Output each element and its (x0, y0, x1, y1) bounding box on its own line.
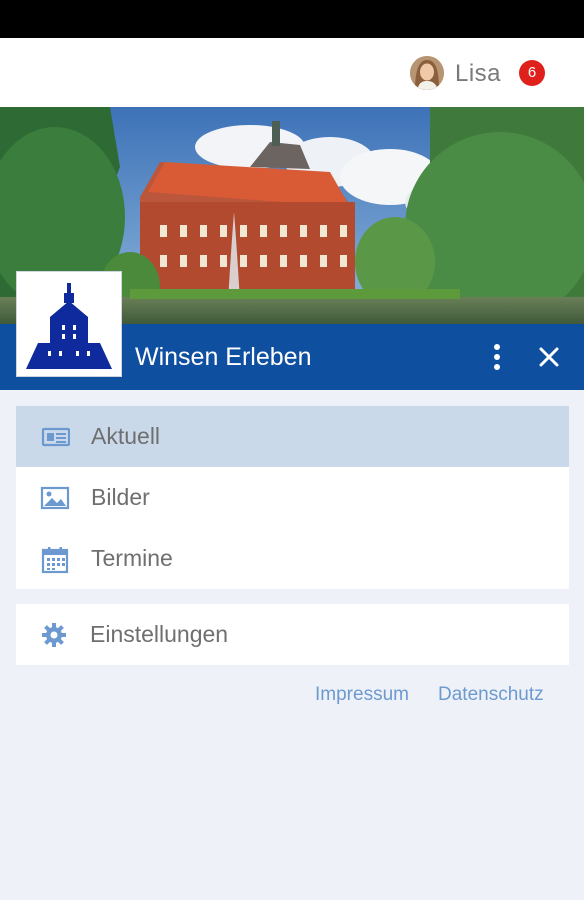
user-name[interactable]: Lisa (455, 60, 501, 88)
menu-item-label: Einstellungen (90, 621, 229, 647)
menu-item-einstellungen[interactable]: Einstellungen (16, 604, 569, 665)
menu-item-label: Termine (91, 545, 173, 571)
menu-item-termine[interactable]: Termine (16, 528, 569, 589)
menu-item-bilder[interactable]: Bilder (16, 467, 569, 528)
status-bar (0, 0, 584, 38)
app-logo (17, 272, 121, 376)
menu-item-aktuell[interactable]: Aktuell (16, 406, 569, 467)
user-bar: Lisa 6 (0, 38, 584, 107)
app-title: Winsen Erleben (135, 343, 312, 371)
user-avatar[interactable] (410, 56, 444, 90)
datenschutz-link[interactable]: Datenschutz (438, 684, 544, 706)
notification-badge[interactable]: 6 (519, 60, 545, 86)
impressum-link[interactable]: Impressum (315, 684, 409, 706)
main-menu: Aktuell Bilder Termine (16, 406, 569, 589)
more-options-icon[interactable] (483, 341, 511, 373)
image-icon (40, 485, 70, 511)
settings-menu: Einstellungen (16, 604, 569, 665)
newspaper-icon (40, 424, 71, 450)
calendar-icon (40, 546, 70, 574)
menu-item-label: Aktuell (91, 423, 161, 449)
gear-icon (41, 622, 71, 648)
menu-item-label: Bilder (91, 484, 150, 510)
close-icon[interactable] (535, 343, 563, 371)
